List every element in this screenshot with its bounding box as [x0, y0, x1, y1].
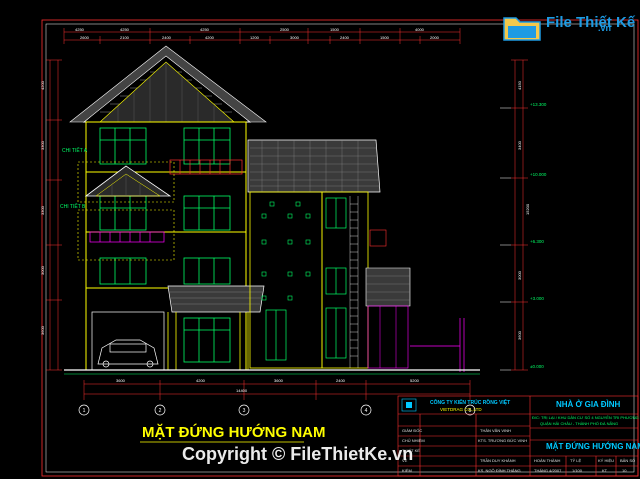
svg-text:3600: 3600: [517, 330, 522, 340]
name-cell: TRẦN DUY KHÁNH: [480, 458, 516, 463]
svg-text:2400: 2400: [162, 35, 172, 40]
project-address-2: QUẬN HẢI CHÂU - THÀNH PHỐ ĐÀ NẴNG: [540, 421, 619, 426]
svg-text:3400: 3400: [517, 140, 522, 150]
svg-text:4200: 4200: [40, 80, 45, 90]
row-label: GIÁM ĐỐC: [402, 428, 423, 433]
svg-text:1200: 1200: [250, 35, 260, 40]
svg-text:3600: 3600: [116, 378, 126, 383]
meta-value: 10: [622, 468, 627, 473]
meta-label: KÝ HIỆU: [598, 458, 615, 463]
name-cell: THÂN VĂN VINH: [480, 428, 511, 433]
car: [97, 339, 159, 368]
svg-text:4250: 4250: [75, 27, 85, 32]
svg-text:4250: 4250: [120, 27, 130, 32]
svg-text:3000: 3000: [40, 265, 45, 275]
right-wing: [247, 139, 411, 369]
svg-text:+13.300: +13.300: [530, 102, 547, 107]
meta-label: BẢN SỐ: [620, 458, 636, 463]
meta-value: THÁNG 4/2007: [534, 468, 562, 473]
name-cell: KS. NGÔ ĐÌNH THẮNG: [478, 468, 521, 473]
svg-text:±0.000: ±0.000: [530, 364, 544, 369]
cad-viewport[interactable]: 4250 4250 4250 2500 1500 4000 2600 2100 2400 420…: [0, 0, 640, 479]
svg-text:3: 3: [243, 408, 246, 414]
callout-b-label: CHI TIẾT B: [60, 204, 86, 210]
svg-text:+3.000: +3.000: [530, 296, 544, 301]
svg-text:14400: 14400: [236, 388, 248, 393]
meta-label: TỶ LỆ: [570, 458, 582, 463]
svg-text:4200: 4200: [196, 378, 206, 383]
site-logo-tld: .vn: [598, 23, 612, 33]
row-label: CHỦ NHIỆM: [402, 438, 425, 443]
svg-text:4200: 4200: [205, 35, 215, 40]
svg-text:2500: 2500: [280, 27, 290, 32]
left-dimensions: [46, 59, 62, 371]
svg-text:2400: 2400: [336, 378, 346, 383]
company-short: VIETDRAG CO.,LTD: [440, 407, 482, 412]
callout-a-label: CHI TIẾT A: [62, 148, 88, 154]
svg-text:1500: 1500: [380, 35, 390, 40]
meta-value: 1/100: [572, 468, 583, 473]
svg-text:4: 4: [365, 408, 368, 414]
main-roof: [69, 45, 267, 123]
drawing-title: MẶT ĐỨNG HƯỚNG NAM: [142, 424, 326, 441]
svg-text:3000: 3000: [290, 35, 300, 40]
svg-text:4000: 4000: [415, 27, 425, 32]
svg-text:3000: 3000: [517, 270, 522, 280]
svg-text:1: 1: [83, 408, 86, 414]
svg-text:+6.300: +6.300: [530, 239, 544, 244]
svg-text:2000: 2000: [430, 35, 440, 40]
main-windows: [99, 127, 231, 363]
elevation-drawing: 4250 4250 4250 2500 1500 4000 2600 2100 2400 420…: [40, 19, 639, 477]
svg-text:2600: 2600: [80, 35, 90, 40]
right-dimensions: [500, 59, 528, 371]
svg-text:5200: 5200: [410, 378, 420, 383]
svg-text:4150: 4150: [517, 80, 522, 90]
svg-text:2100: 2100: [120, 35, 130, 40]
svg-text:3600: 3600: [274, 378, 284, 383]
company-name: CÔNG TY KIẾN TRÚC RỒNG VIỆT: [430, 400, 511, 406]
svg-text:15200: 15200: [525, 203, 530, 215]
meta-label: HOÀN THÀNH: [534, 458, 561, 463]
svg-text:3300: 3300: [40, 140, 45, 150]
project-name: NHÀ Ở GIA ĐÌNH: [556, 400, 621, 409]
svg-text:2400: 2400: [340, 35, 350, 40]
svg-text:4250: 4250: [200, 27, 210, 32]
sheet-title: MẶT ĐỨNG HƯỚNG NAM: [546, 442, 640, 451]
svg-text:+10.000: +10.000: [530, 172, 547, 177]
grid-markers: [78, 404, 476, 416]
svg-text:3600: 3600: [40, 325, 45, 335]
project-address-1: Đ/C: TRỊ LẠI / KHU DÂN CƯ SỐ 4 NGUYỄN TR…: [532, 415, 639, 420]
middle-gable: [84, 165, 172, 197]
meta-value: KT: [602, 468, 608, 473]
site-logo-text[interactable]: File Thiết Kế: [546, 14, 635, 31]
svg-text:2: 2: [159, 408, 162, 414]
svg-text:1500: 1500: [330, 27, 340, 32]
row-label: KIỂM: [402, 468, 412, 473]
copyright-watermark: Copyright © FileThietKe.vn: [182, 444, 414, 464]
name-cell: KTS. TRƯƠNG ĐỨC VINH: [478, 438, 528, 443]
svg-text:3300: 3300: [40, 205, 45, 215]
